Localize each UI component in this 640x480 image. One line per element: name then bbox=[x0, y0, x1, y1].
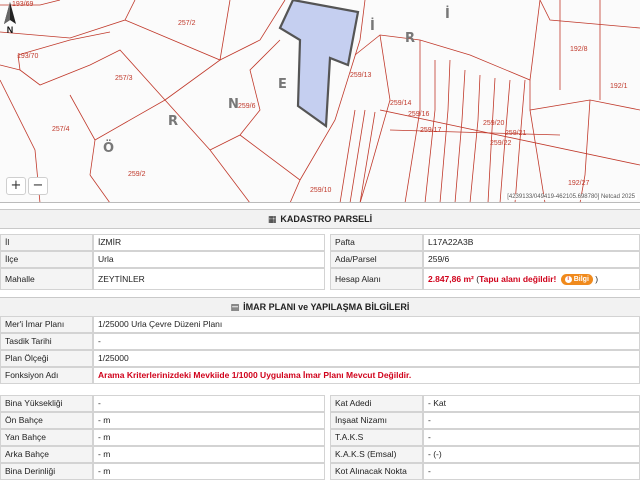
north-label: N bbox=[7, 25, 14, 34]
parcel-label: 259/13 bbox=[350, 72, 372, 79]
imar-row-label: Tasdik Tarihi bbox=[0, 333, 93, 350]
parcel-label: 259/10 bbox=[310, 187, 332, 194]
yapilasma-row: Bina Yüksekliği - Kat Adedi - Kat bbox=[0, 395, 640, 412]
hesap-alani-value-cell: 2.847,86 m² (Tapu alanı değildir! i Bilgi… bbox=[423, 268, 640, 290]
kadastro-row-3: Mahalle ZEYTİNLER Hesap Alanı 2.847,86 m… bbox=[0, 268, 640, 290]
parcel-label: 259/21 bbox=[505, 130, 527, 137]
yapilasma-row: Ön Bahçe - m İnşaat Nizamı - bbox=[0, 412, 640, 429]
info-icon: i bbox=[564, 275, 572, 283]
pafta-label: Pafta bbox=[330, 234, 423, 251]
yapilasma-right-label: İnşaat Nizamı bbox=[330, 412, 423, 429]
imar-row: Mer'i İmar Planı 1/25000 Urla Çevre Düze… bbox=[0, 316, 640, 333]
imar-row-value: - bbox=[93, 333, 640, 350]
place-name-letter: Ö bbox=[103, 140, 114, 156]
parcel-label: 259/17 bbox=[420, 127, 442, 134]
yapilasma-row: Bina Derinliği - m Kot Alınacak Nokta - bbox=[0, 463, 640, 480]
parcel-label: 257/2 bbox=[178, 20, 196, 27]
il-value: İZMİR bbox=[93, 234, 325, 251]
mahalle-value: ZEYTİNLER bbox=[93, 268, 325, 290]
yapilasma-left-label: Yan Bahçe bbox=[0, 429, 93, 446]
mahalle-label: Mahalle bbox=[0, 268, 93, 290]
north-arrow-icon: N bbox=[4, 2, 16, 34]
yapilasma-left-label: Ön Bahçe bbox=[0, 412, 93, 429]
hesap-alani-value: 2.847,86 m² bbox=[428, 274, 474, 284]
kadastro-header: ▦ KADASTRO PARSELİ bbox=[0, 209, 640, 229]
tapu-warning: Tapu alanı değildir! bbox=[479, 274, 557, 284]
hesap-alani-label: Hesap Alanı bbox=[330, 268, 423, 290]
parcel-label: 259/14 bbox=[390, 100, 412, 107]
yapilasma-right-value: - bbox=[423, 463, 640, 480]
yapilasma-right-label: Kot Alınacak Nokta bbox=[330, 463, 423, 480]
parcel-label: 259/20 bbox=[483, 120, 505, 127]
bilgi-label: Bilgi bbox=[573, 276, 589, 284]
imar-row-label: Fonksiyon Adı bbox=[0, 367, 93, 384]
ada-parsel-label: Ada/Parsel bbox=[330, 251, 423, 268]
tapu-close-paren: ) bbox=[595, 274, 599, 284]
yapilasma-left-value: - m bbox=[93, 446, 325, 463]
ilce-value: Urla bbox=[93, 251, 325, 268]
yapilasma-right-label: Kat Adedi bbox=[330, 395, 423, 412]
parcel-label: 259/16 bbox=[408, 111, 430, 118]
parcel-label: 192/1 bbox=[610, 83, 628, 90]
place-name-letter: R bbox=[168, 114, 178, 129]
document-icon: ▤ bbox=[230, 303, 240, 313]
kadastro-title: KADASTRO PARSELİ bbox=[280, 214, 373, 224]
fonksiyon-warning: Arama Kriterlerinizdeki Mevkiide 1/1000 … bbox=[93, 367, 640, 384]
yapilasma-right-label: K.A.K.S (Emsal) bbox=[330, 446, 423, 463]
imar-row-value: 1/25000 bbox=[93, 350, 640, 367]
place-name-letter: E bbox=[278, 77, 287, 92]
kadastro-row-1: İl İZMİR Pafta L17A22A3B bbox=[0, 234, 640, 251]
place-name-letter: R bbox=[405, 31, 415, 46]
yapilasma-left-value: - m bbox=[93, 429, 325, 446]
imar-row-label: Mer'i İmar Planı bbox=[0, 316, 93, 333]
map-attribution: [4239133/049419-462105.698780] Netcad 20… bbox=[505, 194, 637, 200]
place-name-letter: N bbox=[228, 97, 239, 112]
yapilasma-left-label: Bina Yüksekliği bbox=[0, 395, 93, 412]
yapilasma-right-value: - Kat bbox=[423, 395, 640, 412]
yapilasma-left-value: - m bbox=[93, 463, 325, 480]
parcel-label: 259/2 bbox=[128, 171, 146, 178]
place-name-letter: İ bbox=[445, 6, 450, 22]
imar-row: Tasdik Tarihi - bbox=[0, 333, 640, 350]
imar-row: Plan Ölçeği 1/25000 bbox=[0, 350, 640, 367]
il-label: İl bbox=[0, 234, 93, 251]
yapilasma-row: Arka Bahçe - m K.A.K.S (Emsal) - (-) bbox=[0, 446, 640, 463]
ada-parsel-value: 259/6 bbox=[423, 251, 640, 268]
parcel-label: 192/8 bbox=[570, 46, 588, 53]
ilce-label: İlçe bbox=[0, 251, 93, 268]
imar-row-value: 1/25000 Urla Çevre Düzeni Planı bbox=[93, 316, 640, 333]
zoom-in-button[interactable]: + bbox=[6, 177, 26, 195]
place-name-letter: İ bbox=[370, 18, 375, 34]
pafta-value: L17A22A3B bbox=[423, 234, 640, 251]
yapilasma-left-label: Bina Derinliği bbox=[0, 463, 93, 480]
zoom-out-button[interactable]: − bbox=[28, 177, 48, 195]
parcel-label: 259/6 bbox=[238, 103, 256, 110]
grid-icon: ▦ bbox=[267, 215, 277, 225]
parcel-label: 259/22 bbox=[490, 140, 512, 147]
yapilasma-left-value: - m bbox=[93, 412, 325, 429]
imar-row: Fonksiyon Adı Arama Kriterlerinizdeki Me… bbox=[0, 367, 640, 384]
yapilasma-left-value: - bbox=[93, 395, 325, 412]
kadastro-row-2: İlçe Urla Ada/Parsel 259/6 bbox=[0, 251, 640, 268]
parcel-label: 192/27 bbox=[568, 180, 590, 187]
yapilasma-right-label: T.A.K.S bbox=[330, 429, 423, 446]
yapilasma-right-value: - bbox=[423, 412, 640, 429]
parcel-label: 193/70 bbox=[17, 53, 39, 60]
parcel-map-canvas[interactable]: 193/69257/2193/70257/3257/4259/6259/1325… bbox=[0, 0, 640, 203]
bilgi-button[interactable]: i Bilgi bbox=[560, 274, 593, 286]
highlighted-parcel[interactable] bbox=[278, 0, 360, 129]
parcel-label: 257/3 bbox=[115, 75, 133, 82]
place-name-letters: Ö R N E İ R İ bbox=[103, 6, 450, 156]
imar-row-label: Plan Ölçeği bbox=[0, 350, 93, 367]
imar-header: ▤ İMAR PLANI ve YAPILAŞMA BİLGİLERİ bbox=[0, 297, 640, 317]
parcel-label: 257/4 bbox=[52, 126, 70, 133]
yapilasma-right-value: - (-) bbox=[423, 446, 640, 463]
yapilasma-right-value: - bbox=[423, 429, 640, 446]
cadastral-map[interactable]: 193/69 257/2 193/70 257/3 257/4 259/6 259/13 25… bbox=[0, 0, 640, 203]
imar-title: İMAR PLANI ve YAPILAŞMA BİLGİLERİ bbox=[243, 302, 410, 312]
yapilasma-left-label: Arka Bahçe bbox=[0, 446, 93, 463]
yapilasma-row: Yan Bahçe - m T.A.K.S - bbox=[0, 429, 640, 446]
